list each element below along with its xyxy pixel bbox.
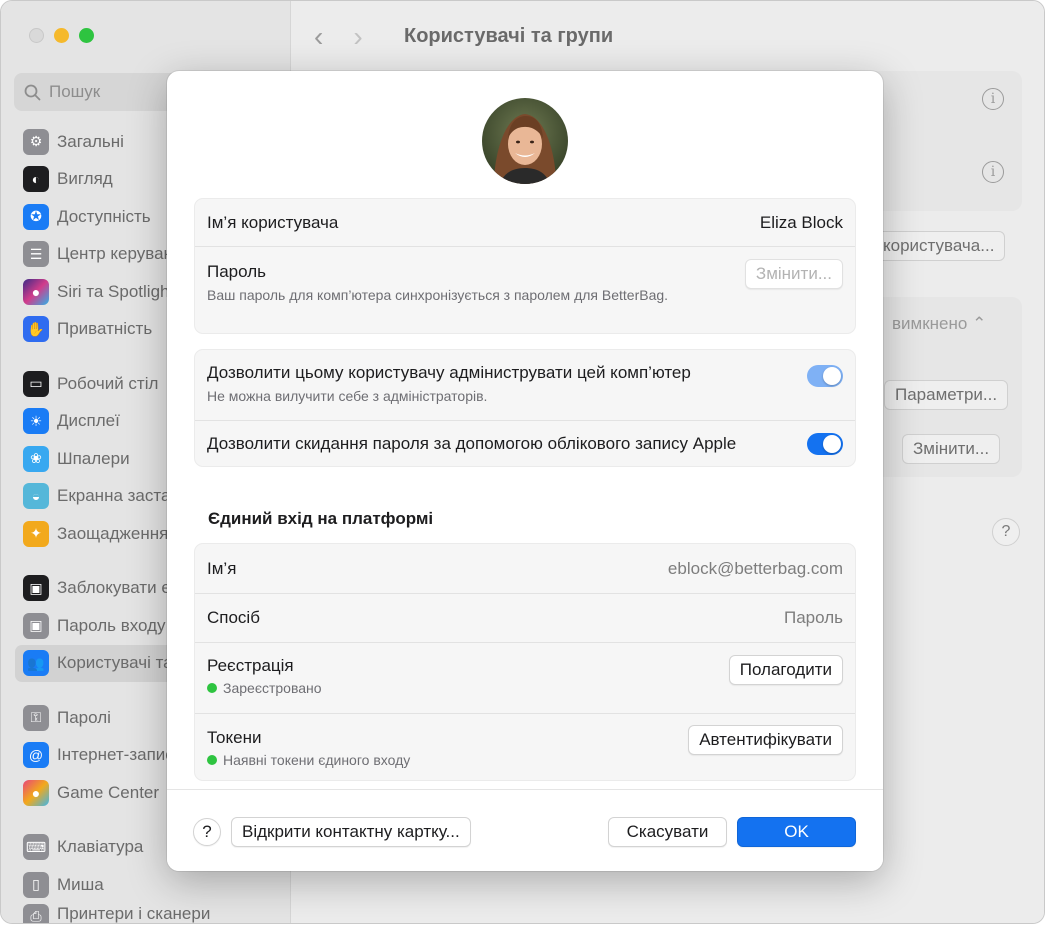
- minimize-window-button[interactable]: [54, 28, 69, 43]
- zoom-window-button[interactable]: [79, 28, 94, 43]
- info-icon[interactable]: i: [982, 161, 1004, 183]
- sso-registration-row: Реєстрація Зареєстровано Полагодити: [195, 642, 855, 713]
- reset-toggle[interactable]: [807, 433, 843, 455]
- keyboard-icon: ⌨: [23, 834, 49, 861]
- user-details-dialog: Ім’я користувача Eliza Block Пароль Ваш …: [167, 71, 883, 871]
- username-label: Ім’я користувача: [207, 212, 339, 232]
- reset-label: Дозволити скидання пароля за допомогою о…: [207, 434, 737, 453]
- reset-row: Дозволити скидання пароля за допомогою о…: [195, 420, 855, 467]
- help-button[interactable]: ?: [193, 818, 221, 846]
- gear-icon: ⚙: [23, 128, 49, 155]
- sso-method-row: Спосіб Пароль: [195, 593, 855, 642]
- password-row: Пароль Ваш пароль для комп’ютера синхрон…: [195, 246, 855, 334]
- appearance-icon: ◐: [23, 166, 49, 193]
- info-icon[interactable]: i: [982, 88, 1004, 110]
- lock-icon: ▣: [23, 575, 49, 602]
- key-icon: ⚿: [23, 704, 49, 731]
- lock-icon: ▣: [23, 612, 49, 639]
- change-password-button[interactable]: Змінити...: [744, 259, 843, 289]
- admin-row: Дозволити цьому користувачу адміниструва…: [195, 350, 855, 420]
- siri-icon: ●: [23, 278, 49, 305]
- nav-arrows: ‹ ›: [314, 21, 363, 53]
- username-value: Eliza Block: [759, 212, 843, 232]
- avatar[interactable]: [482, 98, 568, 184]
- wallpaper-icon: ❀: [23, 445, 49, 472]
- forward-chevron-icon[interactable]: ›: [353, 21, 362, 53]
- status-dot-icon: [207, 755, 217, 765]
- sidebar-item-mouse[interactable]: ▯ Миша: [15, 866, 277, 904]
- close-window-button[interactable]: [29, 28, 44, 43]
- window-controls: [29, 28, 94, 43]
- sso-method-label: Спосіб: [207, 608, 260, 627]
- sso-method-value: Пароль: [784, 608, 843, 627]
- change-button-bg[interactable]: Змінити...: [902, 434, 1001, 464]
- screensaver-icon: ◒: [23, 483, 49, 510]
- open-contact-card-button[interactable]: Відкрити контактну картку...: [231, 817, 471, 847]
- control-center-icon: ☰: [23, 241, 49, 268]
- permissions-card: Дозволити цьому користувачу адміниструва…: [194, 349, 856, 467]
- search-icon: [24, 84, 41, 100]
- settings-window: ⚙Загальні ◐Вигляд ✪Доступність ☰Центр ке…: [0, 0, 1045, 924]
- account-card: Ім’я користувача Eliza Block Пароль Ваш …: [194, 198, 856, 334]
- add-user-button[interactable]: користувача...: [872, 231, 1006, 261]
- desktop-icon: ▭: [23, 370, 49, 397]
- help-icon[interactable]: ?: [992, 518, 1020, 546]
- user-photo-icon: [482, 98, 568, 184]
- username-row: Ім’я користувача Eliza Block: [195, 199, 855, 246]
- repair-button[interactable]: Полагодити: [728, 655, 843, 685]
- authenticate-button[interactable]: Автентифікувати: [688, 725, 843, 755]
- page-title: Користувачі та групи: [404, 25, 614, 47]
- back-chevron-icon[interactable]: ‹: [314, 21, 323, 53]
- admin-toggle[interactable]: [807, 365, 843, 387]
- ok-button[interactable]: OK: [737, 817, 856, 847]
- hand-icon: ✋: [23, 316, 49, 343]
- display-icon: ☀: [23, 408, 49, 435]
- params-button[interactable]: Параметри...: [884, 380, 1009, 410]
- users-icon: 👥: [23, 650, 49, 677]
- game-center-icon: ●: [23, 779, 49, 806]
- sso-tokens-label: Токени: [207, 728, 262, 747]
- sso-tokens-row: Токени Наявні токени єдиного входу Автен…: [195, 713, 855, 781]
- password-label: Пароль: [207, 262, 266, 281]
- dialog-footer: ? Відкрити контактну картку... Скасувати…: [167, 789, 883, 871]
- lightbulb-icon: ✦: [23, 520, 49, 547]
- sso-reg-status: Зареєстровано: [207, 680, 322, 696]
- at-icon: @: [23, 742, 49, 769]
- password-sub: Ваш пароль для комп’ютера синхронізуєтьс…: [207, 287, 669, 303]
- sidebar-item-printers[interactable]: ⎙ Принтери і сканери: [15, 903, 277, 923]
- sso-name-row: Ім’я eblock@betterbag.com: [195, 544, 855, 593]
- auto-login-value[interactable]: вимкнено ⌃: [892, 314, 986, 334]
- sso-reg-label: Реєстрація: [207, 656, 294, 675]
- status-dot-icon: [207, 683, 217, 693]
- sso-card: Ім’я eblock@betterbag.com Спосіб Пароль …: [194, 543, 856, 781]
- sso-name-label: Ім’я: [207, 558, 237, 578]
- mouse-icon: ▯: [23, 871, 49, 898]
- sso-name-value: eblock@betterbag.com: [667, 558, 843, 578]
- sso-tokens-status: Наявні токени єдиного входу: [207, 752, 410, 768]
- printer-icon: ⎙: [23, 903, 49, 923]
- accessibility-icon: ✪: [23, 203, 49, 230]
- admin-sub: Не можна вилучити себе з адміністраторів…: [207, 388, 488, 404]
- sso-section-title: Єдиний вхід на платформі: [208, 509, 434, 528]
- admin-label: Дозволити цьому користувачу адміниструва…: [207, 363, 691, 382]
- cancel-button[interactable]: Скасувати: [608, 817, 727, 847]
